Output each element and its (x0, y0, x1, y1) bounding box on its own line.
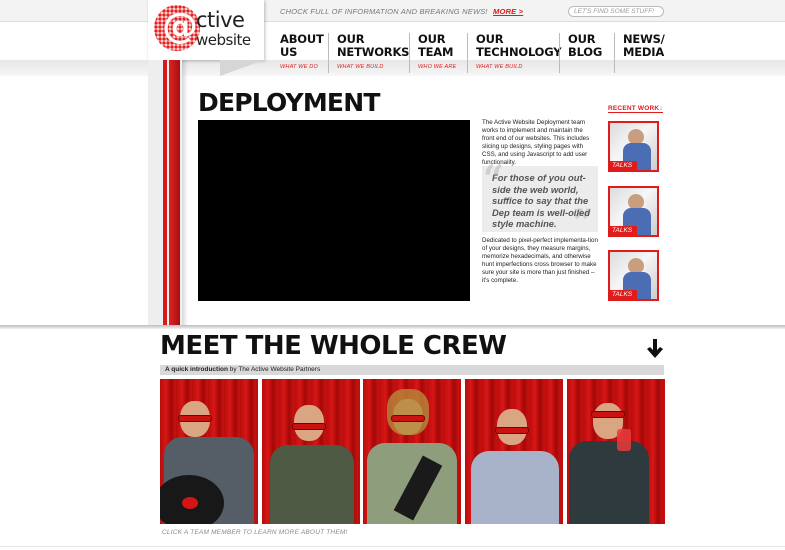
crew-shirt (270, 445, 354, 524)
crew-bar-bold: A quick introduction (165, 366, 228, 373)
talks-tag: TALKS (610, 161, 638, 170)
crew-heading: MEET THE WHOLE CREW (160, 331, 507, 361)
crew-intro-bar: A quick introduction by The Active Websi… (160, 365, 664, 375)
logo-fold (220, 60, 264, 76)
nav-item-our-blog[interactable]: OUR BLOG (559, 33, 614, 73)
crew-glasses (292, 423, 326, 430)
nav-title: OUR BLOG (568, 32, 603, 59)
crew-member-photo[interactable] (363, 379, 461, 524)
tagline: CHOCK FULL OF INFORMATION AND BREAKING N… (280, 7, 523, 16)
recent-work-item[interactable]: TALKS (608, 121, 659, 172)
logo-word-website: website (196, 31, 251, 49)
recent-work-item[interactable]: TALKS (608, 250, 659, 301)
nav-item-news-media[interactable]: NEWS/MEDIA (614, 33, 666, 73)
more-link[interactable]: MORE > (493, 7, 523, 16)
crew-caption: CLICK A TEAM MEMBER TO LEARN MORE ABOUT … (162, 529, 348, 536)
crew-member-photo[interactable] (262, 379, 360, 524)
nav-item-our-networks[interactable]: OUR NETWORKS WHAT WE BUILD (328, 33, 410, 73)
arrow-down-icon[interactable] (646, 338, 664, 360)
record-label-icon (182, 497, 198, 509)
crew-bar-rest: by The Active Website Partners (227, 366, 321, 373)
nav-title: NEWS/MEDIA (623, 32, 665, 59)
nav-title: OUR TECHNOLOGY (476, 32, 562, 59)
logo-word-active: ctive (196, 8, 245, 32)
nav-subtitle: WHAT WE DO (280, 64, 318, 70)
crew-member-photo[interactable] (160, 379, 258, 524)
nav-title: OUR NETWORKS (337, 32, 410, 59)
nav-subtitle: WHAT WE BUILD (337, 64, 384, 70)
crew-hair (387, 389, 429, 435)
nav-item-our-team[interactable]: OUR TEAM WHO WE ARE (409, 33, 467, 73)
nav-item-our-technology[interactable]: OUR TECHNOLOGY WHAT WE BUILD (467, 32, 562, 73)
crew-member-photo[interactable] (567, 379, 665, 524)
nav-item-about-us[interactable]: ABOUT US WHAT WE DO (272, 33, 328, 73)
crew-glasses (178, 415, 212, 422)
section-divider (0, 325, 785, 329)
search-input[interactable]: LET'S FIND SOME STUFF! (568, 6, 664, 17)
side-stripe-thin (163, 60, 167, 326)
arrow-down-icon: ↓ (659, 105, 663, 112)
crew-glasses (391, 415, 425, 422)
talks-tag: TALKS (610, 226, 638, 235)
crew-shirt (569, 441, 649, 524)
recent-work-label[interactable]: RECENT WORK↓ (608, 105, 663, 113)
nav-title: OUR TEAM (418, 32, 454, 59)
nav-subtitle: WHAT WE BUILD (476, 64, 523, 70)
body-paragraph: Dedicated to pixel-perfect implementa-ti… (482, 237, 598, 284)
nav-title: ABOUT US (280, 32, 324, 59)
recent-work-item[interactable]: TALKS (608, 186, 659, 237)
side-stripe-thick (169, 60, 180, 326)
crew-member-photo[interactable] (465, 379, 563, 524)
logo-at-symbol: @ (162, 6, 198, 47)
talks-tag: TALKS (610, 290, 638, 299)
side-stripe-shadow (182, 60, 188, 326)
video-player[interactable] (198, 120, 470, 301)
nav-subtitle: WHO WE ARE (418, 64, 457, 70)
page-title: DEPLOYMENT (198, 88, 380, 117)
pull-quote-text: For those of you out-side the web world,… (492, 172, 590, 229)
footer-line (0, 546, 785, 547)
crew-glasses (591, 411, 625, 418)
glass-cup-icon (617, 429, 631, 451)
tagline-text: CHOCK FULL OF INFORMATION AND BREAKING N… (280, 7, 488, 16)
crew-glasses (495, 427, 529, 434)
crew-shirt (471, 451, 559, 524)
